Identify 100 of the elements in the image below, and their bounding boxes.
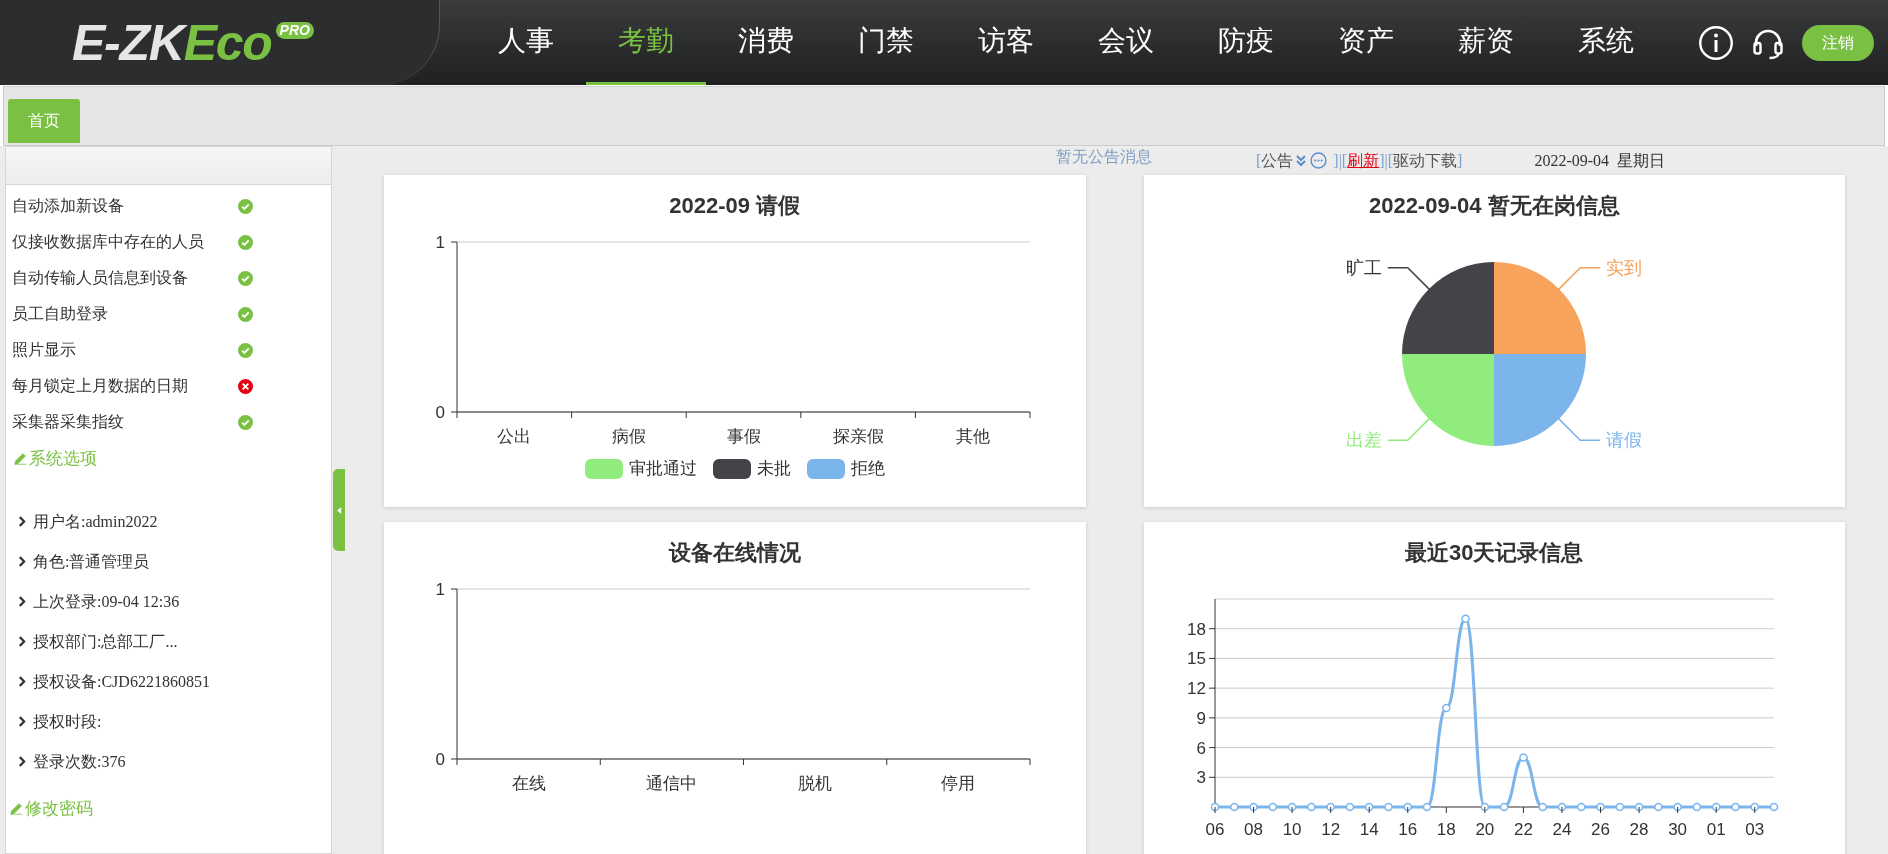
legend-swatch (584, 458, 623, 479)
x-tick-label: 16 (1398, 820, 1418, 839)
bracket-text: [ (1256, 150, 1262, 171)
leader-line (1387, 267, 1432, 292)
check-circle-icon (238, 198, 253, 214)
x-tick-label: 停用 (941, 774, 976, 793)
y-tick-label: 18 (1187, 619, 1207, 639)
chevron-right-icon (18, 596, 27, 607)
setting-label: 员工自助登录 (12, 304, 109, 324)
notice-text: 暂无公告消息 (1056, 146, 1152, 167)
chart-title: 设备在线情况 (668, 539, 801, 567)
nav-tab[interactable]: 系统 (1546, 0, 1666, 85)
nav-tab[interactable]: 薪资 (1426, 0, 1546, 85)
y-tick-label: 0 (435, 750, 445, 769)
nav-tab[interactable]: 门禁 (826, 0, 946, 85)
user-info-text: 用户名:admin2022 (33, 511, 158, 532)
data-point (1268, 802, 1278, 812)
data-point (1307, 802, 1316, 812)
nav-tab[interactable]: 防疫 (1186, 0, 1306, 85)
x-tick-label: 病假 (611, 427, 646, 446)
bracket-text: ] (1457, 150, 1463, 171)
slice-label: 旷工 (1346, 257, 1382, 278)
y-tick-label: 12 (1187, 679, 1207, 699)
data-point (1635, 802, 1644, 812)
x-tick-label: 28 (1629, 820, 1649, 839)
data-point (1615, 802, 1625, 812)
user-info-text: 角色:普通管理员 (33, 551, 150, 572)
data-point (1442, 703, 1451, 713)
x-tick-label: 18 (1437, 820, 1456, 839)
data-point (1557, 802, 1567, 812)
x-tick-label: 06 (1205, 820, 1225, 839)
x-tick-label: 事假 (726, 427, 761, 446)
chevron-right-icon (18, 676, 27, 687)
chevron-right-icon (18, 756, 27, 767)
setting-label: 仅接收数据库中存在的人员 (12, 232, 205, 252)
check-circle-icon (238, 306, 253, 322)
setting-label: 采集器采集指纹 (12, 412, 125, 432)
setting-label: 每月锁定上月数据的日期 (12, 376, 189, 396)
x-tick-label: 22 (1514, 820, 1534, 839)
data-point (1345, 802, 1355, 812)
nav-tab[interactable]: 消费 (706, 0, 826, 85)
nav-tab[interactable]: 访客 (946, 0, 1066, 85)
setting-label: 照片显示 (12, 340, 77, 360)
chart-title: 最近30天记录信息 (1405, 539, 1584, 567)
pencil-icon (10, 801, 23, 815)
data-point (1288, 802, 1297, 812)
nav-tab[interactable]: 资产 (1306, 0, 1426, 85)
setting-label: 自动传输人员信息到设备 (12, 268, 189, 288)
data-point (1692, 802, 1702, 812)
collapse-handle[interactable] (333, 469, 345, 551)
data-point (1461, 614, 1471, 624)
y-tick-label: 3 (1196, 768, 1207, 788)
data-point (1712, 802, 1721, 812)
x-tick-label: 10 (1282, 820, 1302, 839)
x-tick-label: 在线 (511, 774, 546, 793)
x-tick-label: 探亲假 (832, 427, 884, 446)
y-tick-label: 0 (435, 403, 445, 422)
legend-label[interactable]: 拒绝 (850, 456, 885, 482)
refresh-link[interactable]: 刷新 (1347, 148, 1380, 173)
x-tick-label: 公出 (497, 427, 532, 446)
x-tick-label: 30 (1668, 820, 1688, 839)
double-chevron-down-icon (1296, 154, 1307, 167)
legend-label[interactable]: 未批 (756, 456, 791, 482)
info-icon (1698, 24, 1734, 61)
more-icon (1310, 152, 1328, 169)
slice-label: 实到 (1606, 257, 1643, 278)
separator-text: ]|[ (1333, 150, 1348, 172)
user-info-text: 授权设备:CJD6221860851 (33, 671, 210, 692)
announcement-link[interactable]: 公告 (1261, 148, 1294, 173)
chart-title: 2022-09 请假 (669, 192, 801, 220)
check-circle-icon (238, 270, 253, 286)
user-info-text: 授权部门:总部工厂... (33, 631, 178, 652)
data-point (1423, 802, 1432, 812)
legend-swatch (712, 458, 751, 479)
driver-download-link[interactable]: 驱动下载 (1393, 148, 1458, 173)
data-point (1731, 802, 1740, 812)
y-tick-label: 6 (1196, 738, 1207, 758)
data-point (1673, 802, 1683, 812)
data-point (1596, 802, 1605, 812)
setting-label: 自动添加新设备 (12, 196, 125, 216)
x-tick-label: 12 (1321, 820, 1341, 839)
y-tick-label: 1 (435, 580, 445, 599)
data-point (1577, 802, 1586, 812)
data-point (1500, 802, 1509, 812)
chevron-right-icon (18, 636, 27, 647)
x-tick-label: 03 (1745, 820, 1765, 839)
pencil-icon (14, 452, 27, 466)
separator-text: ]|[ (1379, 150, 1394, 172)
check-circle-icon (238, 414, 253, 430)
chart-title: 2022-09-04 暂无在岗信息 (1368, 192, 1620, 220)
slice-label: 请假 (1606, 430, 1643, 451)
data-point (1249, 802, 1259, 812)
user-info-text: 授权时段: (33, 711, 102, 732)
nav-tab[interactable]: 会议 (1066, 0, 1186, 85)
x-tick-label: 20 (1475, 820, 1495, 839)
nav-tab[interactable]: 人事 (466, 0, 586, 85)
x-tick-label: 24 (1552, 820, 1572, 839)
data-point (1326, 802, 1336, 812)
legend-label[interactable]: 审批通过 (628, 456, 697, 482)
chevron-right-icon (18, 716, 27, 727)
